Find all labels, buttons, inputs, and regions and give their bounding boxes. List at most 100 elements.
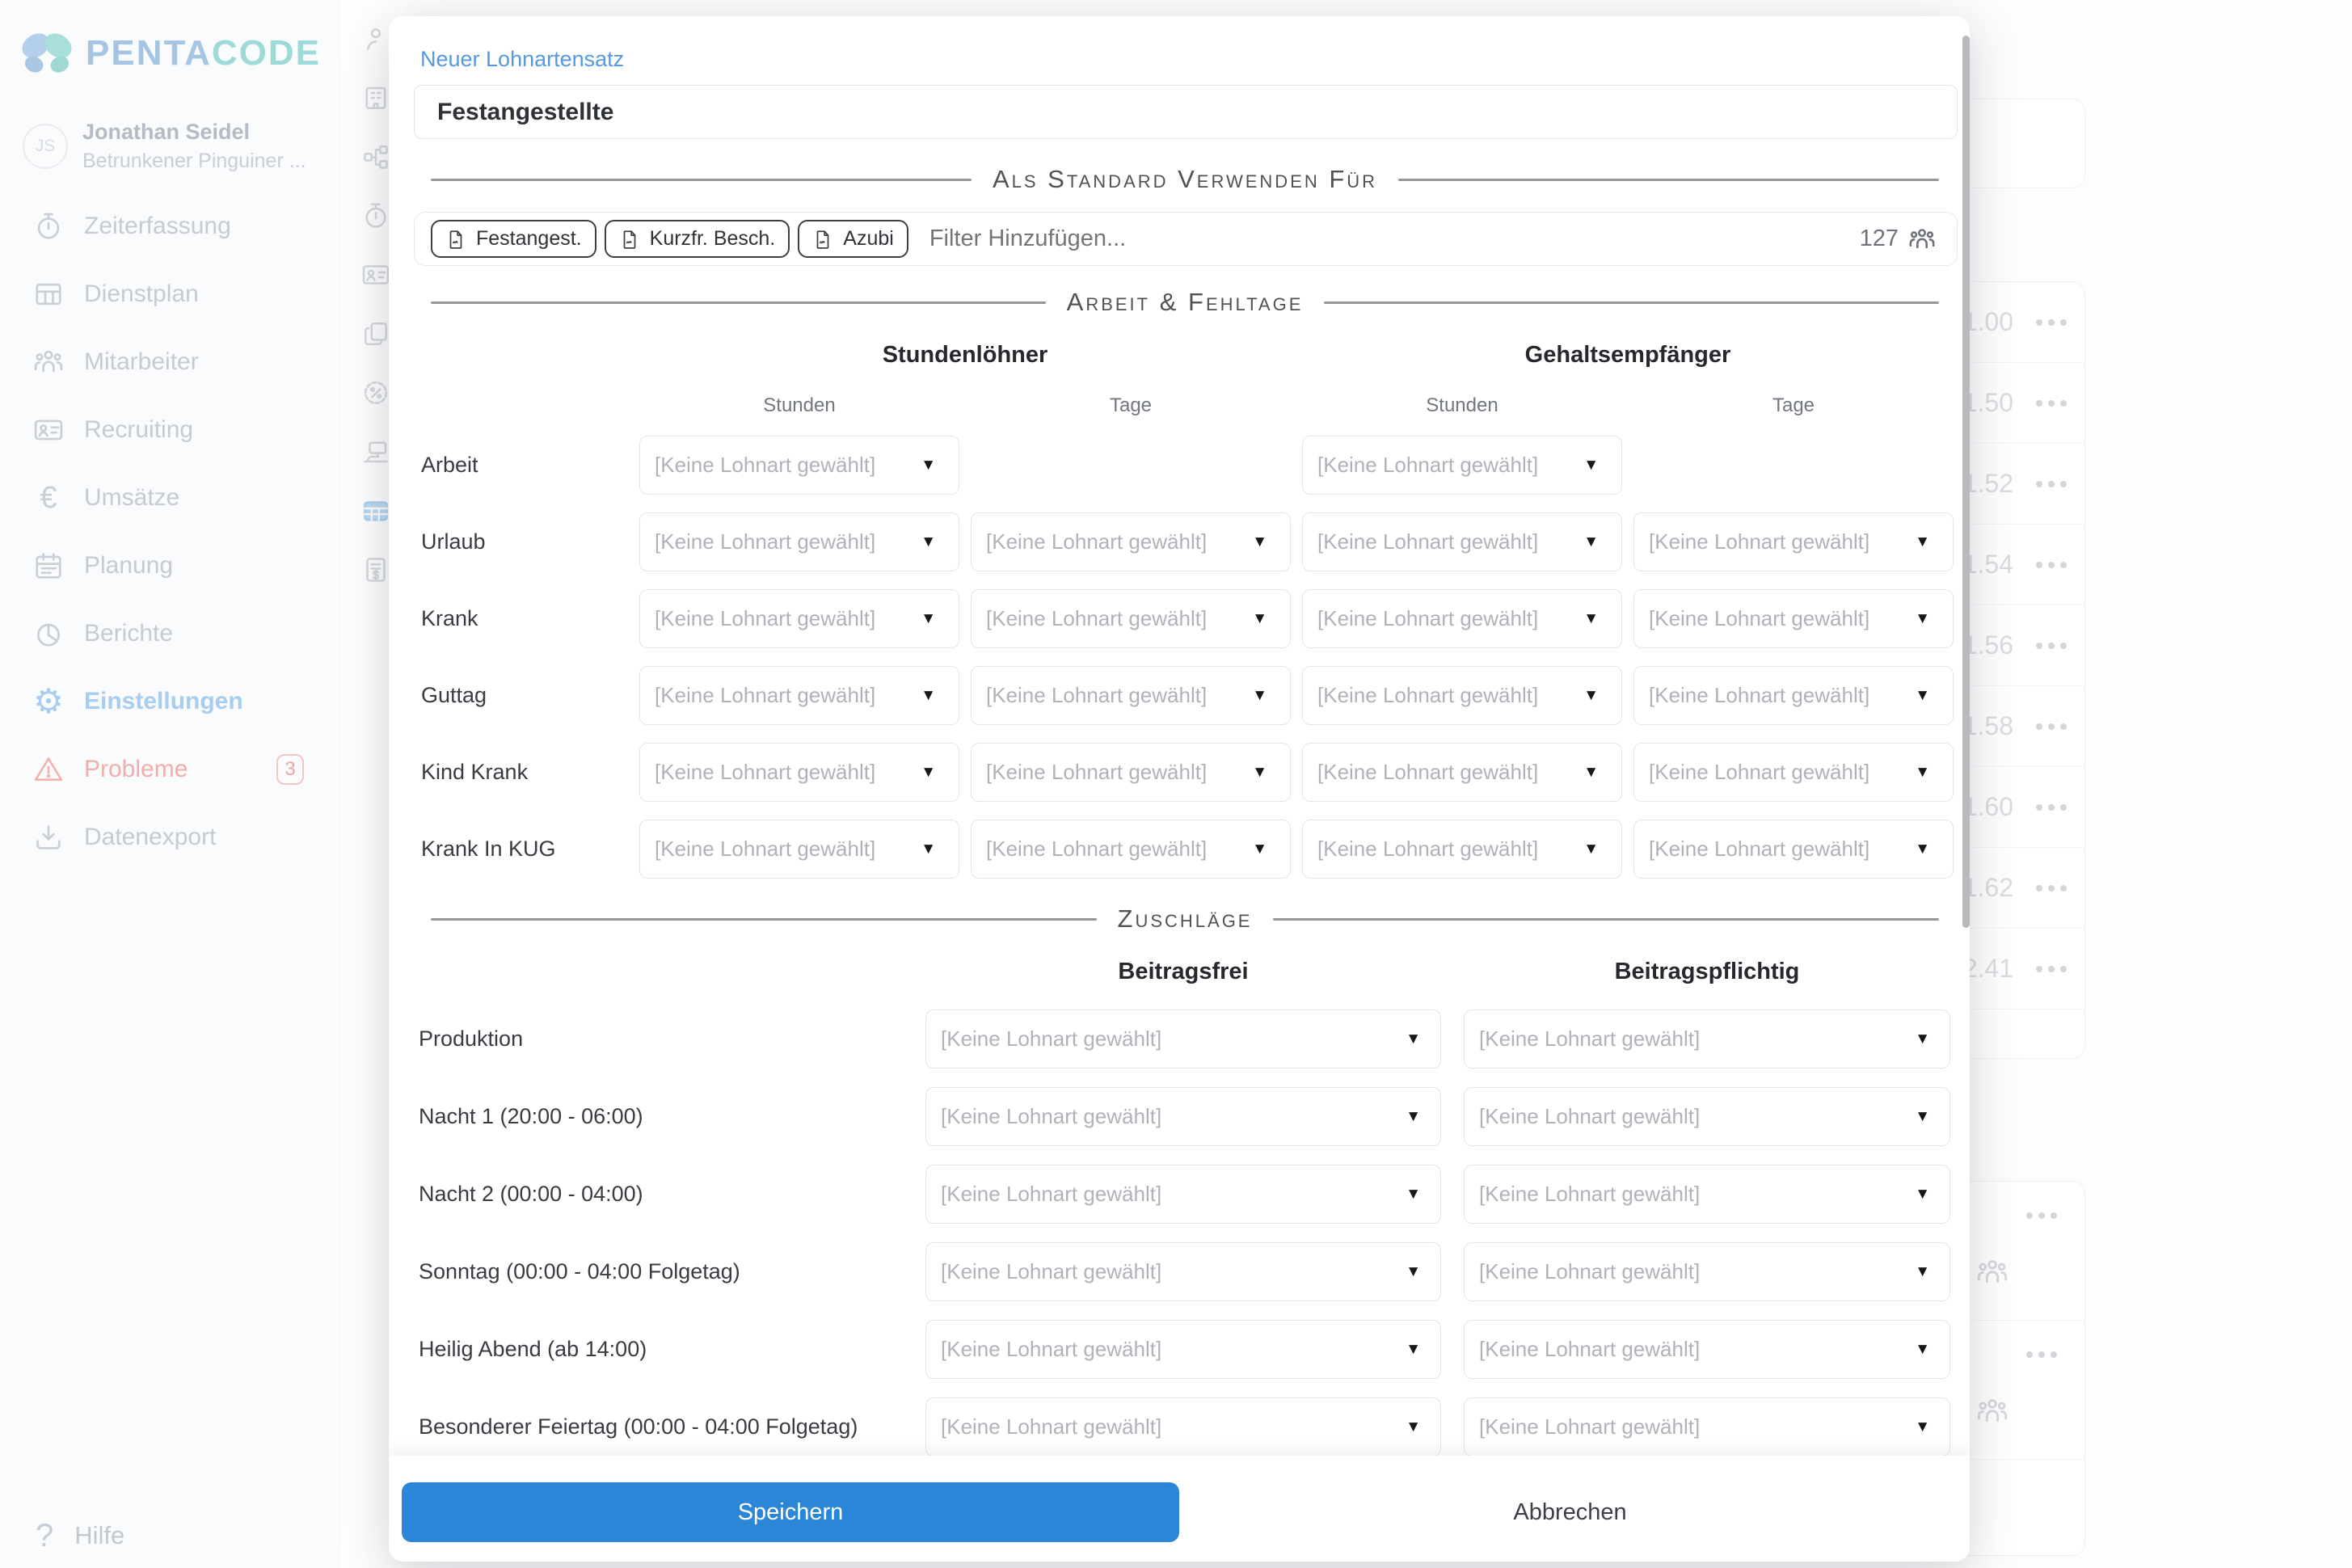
lohnart-dropdown[interactable]: [Keine Lohnart gewählt]▼ bbox=[1302, 666, 1622, 725]
gear-icon: ⚙ bbox=[31, 684, 66, 719]
row-menu-button[interactable] bbox=[2036, 643, 2067, 649]
sidebar-item-mitarbeiter[interactable]: Mitarbeiter bbox=[0, 328, 339, 396]
pentacode-logo[interactable]: PENTACODE bbox=[16, 23, 321, 84]
id-card-icon[interactable] bbox=[360, 259, 391, 290]
row-menu-button[interactable] bbox=[2036, 562, 2067, 568]
lohnart-dropdown[interactable]: [Keine Lohnart gewählt]▼ bbox=[1464, 1397, 1950, 1456]
chevron-down-icon: ▼ bbox=[1583, 687, 1599, 705]
stopwatch-icon[interactable] bbox=[360, 200, 391, 231]
filter-chip-kurzfristig-beschaeftigte[interactable]: Kurzfr. Besch. bbox=[605, 220, 790, 258]
work-row-arbeit: Arbeit [Keine Lohnart gewählt]▼ [Keine L… bbox=[414, 436, 1954, 495]
lohnart-dropdown[interactable]: [Keine Lohnart gewählt]▼ bbox=[1464, 1242, 1950, 1301]
lohnart-dropdown[interactable]: [Keine Lohnart gewählt]▼ bbox=[971, 743, 1291, 802]
sidebar-item-planung[interactable]: Planung bbox=[0, 532, 339, 600]
chevron-down-icon: ▼ bbox=[1406, 1186, 1421, 1203]
building-icon[interactable] bbox=[360, 82, 391, 113]
row-menu-button[interactable] bbox=[2036, 319, 2067, 326]
add-filter-input[interactable] bbox=[929, 226, 1860, 252]
lohnart-dropdown[interactable]: [Keine Lohnart gewählt]▼ bbox=[1633, 512, 1954, 571]
row-menu-button[interactable] bbox=[2036, 966, 2067, 972]
lohnart-dropdown[interactable]: [Keine Lohnart gewählt]▼ bbox=[1302, 820, 1622, 879]
modal-footer: Speichern Abbrechen bbox=[389, 1456, 1970, 1562]
pentacode-app: PENTACODE JS Jonathan Seidel Betrunkener… bbox=[0, 0, 2352, 1568]
lohnart-dropdown[interactable]: [Keine Lohnart gewählt]▼ bbox=[639, 666, 959, 725]
lohnartensatz-name-input[interactable] bbox=[414, 85, 1958, 139]
row-menu-button[interactable] bbox=[2036, 723, 2067, 730]
sidebar-item-dienstplan[interactable]: Dienstplan bbox=[0, 260, 339, 328]
workstation-icon[interactable] bbox=[360, 436, 391, 467]
sidebar-item-umsaetze[interactable]: € Umsätze bbox=[0, 464, 339, 532]
lohnart-dropdown[interactable]: [Keine Lohnart gewählt]▼ bbox=[925, 1165, 1441, 1224]
lohnart-dropdown[interactable]: [Keine Lohnart gewählt]▼ bbox=[639, 512, 959, 571]
lohnart-dropdown[interactable]: [Keine Lohnart gewählt]▼ bbox=[925, 1242, 1441, 1301]
lohnart-dropdown[interactable]: [Keine Lohnart gewählt]▼ bbox=[1302, 743, 1622, 802]
lohnart-dropdown[interactable]: [Keine Lohnart gewählt]▼ bbox=[925, 1397, 1441, 1456]
lohnart-dropdown[interactable]: [Keine Lohnart gewählt]▼ bbox=[1302, 589, 1622, 648]
lohnart-dropdown[interactable]: [Keine Lohnart gewählt]▼ bbox=[925, 1087, 1441, 1146]
lohnart-dropdown[interactable]: [Keine Lohnart gewählt]▼ bbox=[971, 666, 1291, 725]
chevron-down-icon: ▼ bbox=[1915, 764, 1930, 782]
row-menu-button[interactable] bbox=[2026, 1212, 2057, 1219]
lohnart-dropdown[interactable]: [Keine Lohnart gewählt]▼ bbox=[1464, 1087, 1950, 1146]
divider bbox=[1398, 179, 1939, 181]
chevron-down-icon: ▼ bbox=[1915, 1263, 1930, 1281]
document-icon bbox=[619, 229, 640, 250]
copy-icon[interactable] bbox=[360, 318, 391, 349]
lohnart-dropdown[interactable]: [Keine Lohnart gewählt]▼ bbox=[639, 743, 959, 802]
lohnart-dropdown[interactable]: [Keine Lohnart gewählt]▼ bbox=[925, 1320, 1441, 1379]
sidebar-item-probleme[interactable]: Probleme 3 bbox=[0, 736, 339, 803]
sidebar-nav: Zeiterfassung Dienstplan Mitarbeiter Rec… bbox=[0, 192, 339, 871]
section-work-header: Arbeit & Fehltage bbox=[431, 286, 1939, 318]
lohnart-dropdown[interactable]: [Keine Lohnart gewählt]▼ bbox=[1302, 512, 1622, 571]
lohnart-dropdown[interactable]: [Keine Lohnart gewählt]▼ bbox=[971, 820, 1291, 879]
lohnart-dropdown[interactable]: [Keine Lohnart gewählt]▼ bbox=[1302, 436, 1622, 495]
sidebar-item-datenexport[interactable]: Datenexport bbox=[0, 803, 339, 871]
discount-badge-icon[interactable] bbox=[360, 377, 391, 408]
row-menu-button[interactable] bbox=[2036, 400, 2067, 407]
chevron-down-icon: ▼ bbox=[1915, 1031, 1930, 1048]
lohnart-dropdown[interactable]: [Keine Lohnart gewählt]▼ bbox=[639, 589, 959, 648]
lohnart-dropdown[interactable]: [Keine Lohnart gewählt]▼ bbox=[1633, 820, 1954, 879]
sidebar-item-zeiterfassung[interactable]: Zeiterfassung bbox=[0, 192, 339, 260]
lohnart-dropdown[interactable]: [Keine Lohnart gewählt]▼ bbox=[1464, 1165, 1950, 1224]
row-menu-button[interactable] bbox=[2036, 885, 2067, 891]
user-profile[interactable]: JS Jonathan Seidel Betrunkener Pinguiner… bbox=[23, 120, 306, 173]
chevron-down-icon: ▼ bbox=[1406, 1263, 1421, 1281]
question-mark-icon: ? bbox=[36, 1518, 53, 1554]
save-button[interactable]: Speichern bbox=[402, 1482, 1179, 1542]
hierarchy-icon[interactable] bbox=[360, 141, 391, 172]
lohnart-dropdown[interactable]: [Keine Lohnart gewählt]▼ bbox=[639, 436, 959, 495]
row-menu-button[interactable] bbox=[2036, 804, 2067, 811]
modal-scrollbar[interactable] bbox=[1962, 36, 1970, 928]
matching-employees-count: 127 bbox=[1860, 226, 1936, 253]
filter-chip-azubi[interactable]: Azubi bbox=[798, 220, 908, 258]
lohnart-dropdown[interactable]: [Keine Lohnart gewählt]▼ bbox=[925, 1010, 1441, 1069]
row-menu-button[interactable] bbox=[2026, 1351, 2057, 1358]
lohnart-dropdown[interactable]: [Keine Lohnart gewählt]▼ bbox=[1633, 589, 1954, 648]
lohnart-dropdown[interactable]: [Keine Lohnart gewählt]▼ bbox=[1633, 666, 1954, 725]
lohnart-dropdown[interactable]: [Keine Lohnart gewählt]▼ bbox=[639, 820, 959, 879]
sidebar-item-berichte[interactable]: Berichte bbox=[0, 600, 339, 668]
download-icon bbox=[31, 820, 66, 855]
cancel-button[interactable]: Abbrechen bbox=[1183, 1482, 1957, 1542]
row-menu-button[interactable] bbox=[2036, 481, 2067, 487]
euro-icon: € bbox=[31, 480, 66, 516]
work-row-krank: Krank [Keine Lohnart gewählt]▼ [Keine Lo… bbox=[414, 589, 1954, 648]
bonus-rows: Produktion [Keine Lohnart gewählt]▼ [Kei… bbox=[414, 1010, 1950, 1475]
lohnart-dropdown[interactable]: [Keine Lohnart gewählt] ▼ bbox=[1464, 1010, 1950, 1069]
lohnart-dropdown[interactable]: [Keine Lohnart gewählt]▼ bbox=[971, 512, 1291, 571]
lohnart-dropdown[interactable]: [Keine Lohnart gewählt]▼ bbox=[971, 589, 1291, 648]
lohnart-dropdown[interactable]: [Keine Lohnart gewählt]▼ bbox=[1464, 1320, 1950, 1379]
sidebar-item-einstellungen[interactable]: ⚙ Einstellungen bbox=[0, 668, 339, 736]
logo-wordmark: PENTACODE bbox=[86, 33, 321, 74]
help-button[interactable]: ? Hilfe bbox=[0, 1510, 339, 1562]
lohnart-dropdown[interactable]: [Keine Lohnart gewählt] ▼ bbox=[1633, 743, 1954, 802]
dropdown-value: [Keine Lohnart gewählt] bbox=[1649, 760, 1869, 785]
dropdown-value: [Keine Lohnart gewählt] bbox=[1649, 683, 1869, 708]
person-icon[interactable] bbox=[360, 23, 391, 54]
wage-table-icon[interactable] bbox=[360, 495, 391, 526]
dropdown-value: [Keine Lohnart gewählt] bbox=[1479, 1026, 1700, 1052]
sidebar-item-recruiting[interactable]: Recruiting bbox=[0, 396, 339, 464]
invoice-icon[interactable] bbox=[360, 554, 391, 585]
filter-chip-festangestellte[interactable]: Festangest. bbox=[431, 220, 596, 258]
